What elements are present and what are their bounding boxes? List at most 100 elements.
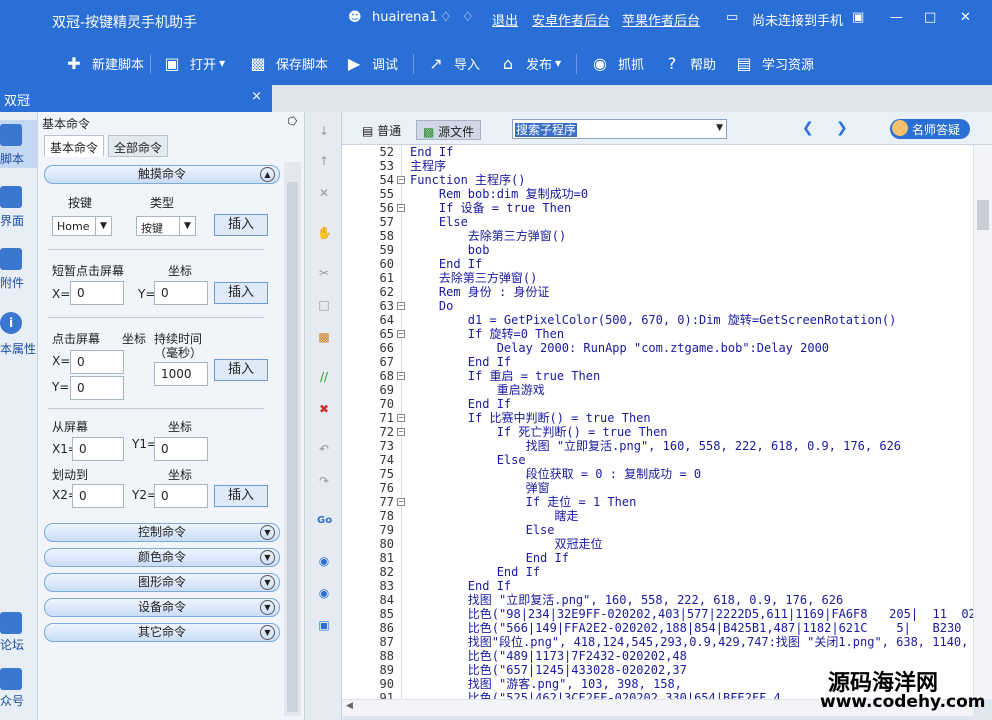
code-line[interactable]: 52 End If — [342, 145, 973, 159]
nav-attachment[interactable]: 附件 — [0, 244, 38, 292]
code-line[interactable]: 85 比色("98|234|32E9FF-020202,403|577|2222… — [342, 607, 973, 621]
new-script-button[interactable]: ✚ 新建脚本 — [64, 52, 144, 74]
chevron-up-icon[interactable]: ▲ — [260, 167, 275, 182]
press-x-input[interactable]: 0 — [70, 350, 124, 374]
code-line[interactable]: 63− Do — [342, 299, 973, 313]
ask-teacher-button[interactable]: 名师答疑 — [890, 119, 970, 139]
chevron-down-icon[interactable]: ▼ — [260, 625, 275, 640]
debug-button[interactable]: ▶ 调试 — [344, 52, 398, 74]
help-button[interactable]: ? 帮助 — [662, 52, 716, 74]
comment-icon[interactable]: // — [317, 370, 331, 384]
fold-toggle-icon[interactable]: − — [397, 428, 405, 436]
arrow-up-icon[interactable]: ↑ — [317, 154, 331, 168]
chevron-down-icon[interactable]: ▼ — [260, 600, 275, 615]
code-line[interactable]: 88 比色("489|1173|7F2432-020202,48 — [342, 649, 973, 663]
tap-y-input[interactable]: 0 — [154, 281, 208, 305]
code-line[interactable]: 84 找图 "立即复活.png", 160, 558, 222, 618, 0.… — [342, 593, 973, 607]
find-icon[interactable]: ◉ — [317, 554, 331, 568]
replace-icon[interactable]: ◉ — [317, 586, 331, 600]
nav-ui[interactable]: 界面 — [0, 182, 38, 230]
back-arrow-icon[interactable]: ❮ — [802, 120, 814, 136]
fold-toggle-icon[interactable]: − — [397, 330, 405, 338]
apple-backend-link[interactable]: 苹果作者后台 — [622, 10, 700, 29]
publish-button[interactable]: ⌂ 发布 ▼ — [498, 52, 561, 74]
code-line[interactable]: 59 bob — [342, 243, 973, 257]
user-avatar-icon[interactable]: ☻ — [348, 10, 362, 25]
swipe-y2-input[interactable]: 0 — [154, 484, 208, 508]
fold-toggle-icon[interactable]: − — [397, 176, 405, 184]
code-line[interactable]: 71− If 比赛中判断() = true Then — [342, 411, 973, 425]
code-line[interactable]: 57 Else — [342, 215, 973, 229]
swipe-x2-input[interactable]: 0 — [72, 484, 124, 508]
swipe-x1-input[interactable]: 0 — [72, 437, 124, 461]
settings-panel-icon[interactable]: ▣ — [317, 618, 331, 632]
forward-arrow-icon[interactable]: ❯ — [836, 120, 848, 136]
code-line[interactable]: 56− If 设备 = true Then — [342, 201, 973, 215]
source-view-button[interactable]: ▩ 源文件 — [416, 120, 482, 140]
logout-link[interactable]: 退出 — [492, 10, 518, 29]
code-line[interactable]: 54− Function 主程序() — [342, 173, 973, 187]
panel-scrollbar[interactable] — [284, 162, 301, 716]
code-line[interactable]: 60 End If — [342, 257, 973, 271]
code-line[interactable]: 69 重启游戏 — [342, 383, 973, 397]
code-line[interactable]: 74 Else — [342, 453, 973, 467]
learn-resources-button[interactable]: ▤ 学习资源 — [734, 52, 814, 74]
code-line[interactable]: 58 去除第三方弹窗() — [342, 229, 973, 243]
code-line[interactable]: 83 End If — [342, 579, 973, 593]
insert-swipe-button[interactable]: 插入 — [214, 485, 268, 507]
code-line[interactable]: 61 去除第三方弹窗() — [342, 271, 973, 285]
editor-vertical-scrollbar[interactable] — [973, 145, 992, 699]
panel-scroll-thumb[interactable] — [287, 182, 298, 712]
import-button[interactable]: ↗ 导入 — [426, 52, 480, 74]
arrow-down-icon[interactable]: ↓ — [317, 124, 331, 138]
fold-toggle-icon[interactable]: − — [397, 498, 405, 506]
nav-forum[interactable]: 论坛 — [0, 612, 38, 652]
hand-icon[interactable]: ✋ — [317, 226, 332, 240]
redo-icon[interactable]: ↷ — [317, 474, 331, 488]
control-commands-header[interactable]: 控制命令 ▼ — [44, 523, 280, 542]
code-line[interactable]: 68− If 重启 = true Then — [342, 369, 973, 383]
maximize-icon[interactable]: □ — [924, 10, 936, 25]
undo-icon[interactable]: ↶ — [317, 442, 331, 456]
key-select[interactable]: Home ▼ — [52, 216, 112, 236]
code-line[interactable]: 80 双冠走位 — [342, 537, 973, 551]
code-line[interactable]: 65− If 旋转=0 Then — [342, 327, 973, 341]
swipe-y1-input[interactable]: 0 — [154, 437, 208, 461]
nav-script[interactable]: 脚本 — [0, 120, 38, 168]
pin-icon[interactable]: ⭔ — [288, 115, 298, 128]
code-line[interactable]: 75 段位获取 = 0 : 复制成功 = 0 — [342, 467, 973, 481]
editor-scroll-thumb[interactable] — [977, 200, 989, 230]
settings-icon[interactable]: ▣ — [852, 10, 864, 25]
code-line[interactable]: 64 d1 = GetPixelColor(500, 670, 0):Dim 旋… — [342, 313, 973, 327]
fold-toggle-icon[interactable]: − — [397, 414, 405, 422]
code-line[interactable]: 53 主程序 — [342, 159, 973, 173]
chevron-down-icon[interactable]: ▼ — [260, 575, 275, 590]
normal-view-button[interactable]: ▤ 普通 — [356, 120, 407, 140]
document-tab[interactable]: 双冠 × — [0, 85, 272, 112]
delete-icon[interactable]: ✕ — [317, 186, 331, 200]
nav-public-account[interactable]: 众号 — [0, 668, 38, 708]
other-commands-header[interactable]: 其它命令 ▼ — [44, 623, 280, 642]
code-line[interactable]: 72− If 死亡判断() = true Then — [342, 425, 973, 439]
code-line[interactable]: 55 Rem bob:dim 复制成功=0 — [342, 187, 973, 201]
color-commands-header[interactable]: 颜色命令 ▼ — [44, 548, 280, 567]
tab-all-commands[interactable]: 全部命令 — [108, 135, 169, 157]
connection-status[interactable]: 尚未连接到手机 — [752, 10, 843, 29]
touch-commands-header[interactable]: 触摸命令 ▲ — [44, 165, 280, 184]
cut-icon[interactable]: ✂ — [317, 266, 331, 280]
code-line[interactable]: 81 End If — [342, 551, 973, 565]
chevron-down-icon[interactable]: ▼ — [260, 550, 275, 565]
insert-press-button[interactable]: 插入 — [214, 359, 268, 381]
insert-tap-button[interactable]: 插入 — [214, 282, 268, 304]
code-line[interactable]: 86 比色("566|149|FFA2E2-020202,188|854|B42… — [342, 621, 973, 635]
tap-x-input[interactable]: 0 — [70, 281, 124, 305]
paste-icon[interactable]: ▩ — [317, 330, 331, 344]
capture-button[interactable]: ◉ 抓抓 — [590, 52, 644, 74]
open-button[interactable]: ▣ 打开 ▼ — [162, 52, 225, 74]
graphic-commands-header[interactable]: 图形命令 ▼ — [44, 573, 280, 592]
goto-icon[interactable]: Go — [317, 514, 332, 528]
code-line[interactable]: 87 找图"段位.png", 418,124,545,293,0.9,429,7… — [342, 635, 973, 649]
type-select[interactable]: 按键 ▼ — [136, 216, 196, 236]
function-search-combo[interactable]: 搜索子程序 ▼ — [512, 119, 727, 139]
uncomment-icon[interactable]: ✖ — [317, 402, 331, 416]
